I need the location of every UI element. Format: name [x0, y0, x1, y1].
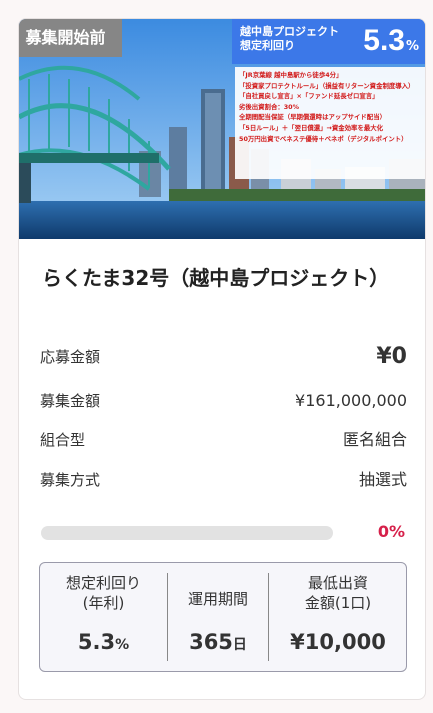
target-amount-label: 募集金額 — [40, 392, 101, 410]
fund-card[interactable]: 募集開始前 越中島プロジェクト 想定利回り 5.3 % 「JR京葉線 越中島駅か… — [18, 18, 426, 700]
target-amount-value: ¥161,000,000 — [295, 391, 407, 410]
minimum-investment-sublabel: 金額(1口) — [304, 594, 372, 612]
expected-yield-stat: 想定利回り (年利) 5.3% — [40, 563, 167, 671]
funding-progress-percent: 0% — [377, 522, 405, 541]
yield-banner-value: 5.3 — [363, 24, 405, 57]
expected-yield-sublabel: (年利) — [82, 594, 125, 612]
applied-amount-row: 応募金額 ¥0 — [40, 345, 407, 369]
expected-yield-number: 5.3 — [77, 630, 116, 654]
expected-yield-value: 5.3% — [40, 627, 167, 660]
offering-method-row: 募集方式 抽選式 — [40, 468, 407, 492]
minimum-investment-label: 最低出資 — [307, 574, 368, 592]
fund-summary-box: 想定利回り (年利) 5.3% 運用期間 365日 最低出資 金額(1口) ¥1… — [39, 562, 407, 672]
partnership-type-row: 組合型 匿名組合 — [40, 428, 407, 452]
promo-line: 「自社買戻し宣言」×「ファンド延長ゼロ宣言」 — [239, 92, 379, 101]
promo-line: 50万円出資でベネステ優待＋ベネポ（デジタルポイント） — [239, 134, 408, 143]
promo-line: 「投資家プロテクトルール」（損益有リターン資金制度導入） — [239, 81, 415, 90]
operation-period-number: 365 — [189, 630, 233, 654]
applied-amount-value: ¥0 — [376, 344, 407, 369]
operation-period-unit: 日 — [232, 637, 247, 653]
promo-line: 劣後出資割合：30% — [239, 102, 300, 111]
expected-yield-label: 想定利回り — [65, 574, 141, 592]
operation-period-label: 運用期間 — [187, 590, 248, 608]
applied-amount-label: 応募金額 — [40, 348, 101, 366]
project-hero-image: 募集開始前 越中島プロジェクト 想定利回り 5.3 % 「JR京葉線 越中島駅か… — [19, 19, 425, 239]
yield-banner-project: 越中島プロジェクト — [240, 25, 339, 38]
partnership-type-value: 匿名組合 — [342, 430, 407, 449]
minimum-investment-stat: 最低出資 金額(1口) ¥10,000 — [269, 563, 407, 671]
partnership-type-label: 組合型 — [40, 431, 86, 449]
operation-period-value: 365日 — [168, 627, 268, 660]
offering-method-label: 募集方式 — [40, 471, 101, 489]
yield-banner-unit: % — [405, 39, 419, 54]
funding-progress-bar — [41, 526, 333, 540]
target-amount-row: 募集金額 ¥161,000,000 — [40, 389, 407, 413]
operation-period-stat: 運用期間 365日 — [168, 563, 268, 671]
offering-method-value: 抽選式 — [358, 470, 407, 489]
fund-title[interactable]: らくたま32号（越中島プロジェクト） — [42, 263, 402, 293]
promo-text-box: 「JR京葉線 越中島駅から徒歩4分」 「投資家プロテクトルール」（損益有リターン… — [235, 67, 425, 179]
promo-line: 「JR京葉線 越中島駅から徒歩4分」 — [239, 71, 343, 79]
yield-banner-label: 想定利回り — [240, 39, 295, 52]
expected-yield-unit: % — [115, 637, 130, 653]
promo-line: 全期間配当保証（早期償還時はアップサイド配当） — [239, 113, 386, 122]
status-badge: 募集開始前 — [19, 19, 122, 57]
promo-line: 「5日ルール」＋「翌日償還」→資金効率を最大化 — [239, 123, 384, 132]
minimum-investment-value: ¥10,000 — [290, 630, 386, 654]
yield-banner: 越中島プロジェクト 想定利回り 5.3 % — [232, 19, 425, 64]
